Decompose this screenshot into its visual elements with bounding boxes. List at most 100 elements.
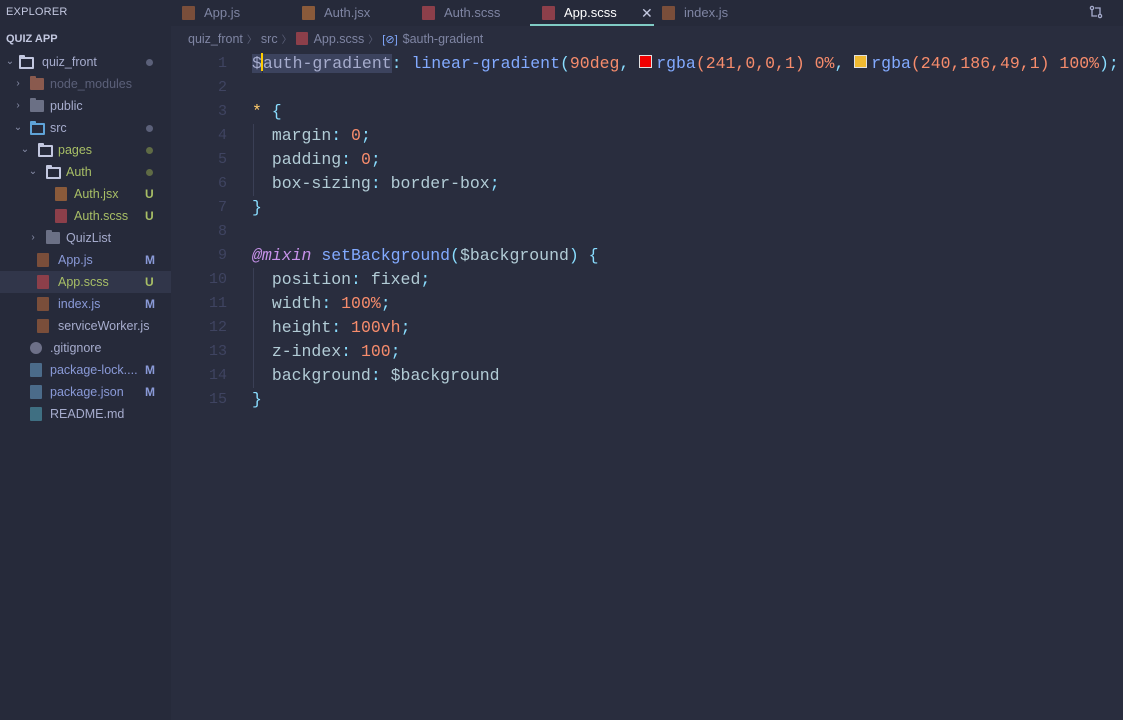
tree-item-label: .gitignore <box>50 341 102 355</box>
code-token: fixed <box>370 270 421 289</box>
tree-item-label: README.md <box>50 407 125 421</box>
code-token: 0% <box>804 54 835 73</box>
breadcrumb-item-symbol[interactable]: $auth-gradient <box>403 32 484 46</box>
tree-item-gitignore[interactable]: .gitignore <box>0 337 171 359</box>
code-token: rgba <box>656 54 696 73</box>
tree-item-node-modules[interactable]: › node_modules <box>0 73 171 95</box>
tab-auth-scss[interactable]: Auth.scss <box>422 0 522 26</box>
chevron-right-icon: 〉 <box>368 35 379 46</box>
tree-item-label: Auth.scss <box>74 209 129 223</box>
code-line-7: } <box>252 196 262 220</box>
source-control-compare-icon[interactable] <box>1089 5 1103 19</box>
breadcrumb-item-file[interactable]: App.scss <box>314 32 365 46</box>
git-status-badge: M <box>145 363 155 377</box>
line-number: 10 <box>208 271 227 288</box>
code-line-1: $auth-gradient: linear-gradient(90deg, r… <box>252 52 1119 76</box>
close-tab-icon[interactable]: ✕ <box>641 0 653 26</box>
explorer-sidebar: EXPLORER QUIZ APP ⌄ quiz_front › node_mo… <box>0 0 171 720</box>
color-swatch[interactable] <box>854 55 868 68</box>
git-status-badge: U <box>145 275 154 289</box>
tree-item-label: src <box>50 121 67 135</box>
line-number: 15 <box>208 391 227 408</box>
tree-item-package-lock[interactable]: package-lock.... M <box>0 359 171 381</box>
chevron-right-icon: 〉 <box>281 35 292 46</box>
tree-item-readme[interactable]: README.md <box>0 403 171 425</box>
tab-index-js[interactable]: index.js <box>662 0 762 26</box>
code-token: ( <box>559 54 570 73</box>
line-number: 2 <box>217 79 227 96</box>
code-token: ; <box>380 294 391 313</box>
status-dot <box>146 169 153 176</box>
breadcrumb-item-project[interactable]: quiz_front <box>188 32 243 46</box>
tree-item-quizlist[interactable]: › QuizList <box>0 227 171 249</box>
code-token: : <box>370 174 391 193</box>
code-token: { <box>578 246 599 265</box>
line-number: 1 <box>217 55 227 72</box>
color-swatch[interactable] <box>639 55 653 68</box>
folder-icon <box>30 98 44 112</box>
folder-open-icon <box>46 165 61 179</box>
code-line-15: } <box>252 388 262 412</box>
chevron-down-icon: ⌄ <box>5 56 15 67</box>
tree-item-serviceworker-js[interactable]: serviceWorker.js <box>0 315 171 337</box>
tree-item-auth-scss[interactable]: Auth.scss U <box>0 205 171 227</box>
tree-item-auth-jsx[interactable]: Auth.jsx U <box>0 183 171 205</box>
tab-app-js[interactable]: App.js <box>182 0 282 26</box>
code-token: 100% <box>341 294 381 313</box>
tree-item-index-js[interactable]: index.js M <box>0 293 171 315</box>
sass-file-icon <box>295 32 308 45</box>
tab-auth-jsx[interactable]: Auth.jsx <box>302 0 402 26</box>
chevron-right-icon: › <box>31 232 35 243</box>
workspace-section-header[interactable]: QUIZ APP <box>6 33 58 45</box>
code-token: ; <box>400 318 411 337</box>
code-line-13: z-index: 100; <box>252 340 401 364</box>
code-token: (241,0,0,1) <box>695 54 805 73</box>
code-token: @mixin <box>252 246 312 265</box>
code-token: ; <box>489 174 500 193</box>
code-token: : <box>341 342 361 361</box>
code-token: 0 <box>351 126 361 145</box>
active-tab-indicator <box>530 24 654 26</box>
tree-item-auth[interactable]: ⌄ Auth <box>0 161 171 183</box>
code-token: rgba <box>871 54 911 73</box>
tree-item-src[interactable]: ⌄ src <box>0 117 171 139</box>
code-token: : <box>331 318 352 337</box>
tree-item-app-scss[interactable]: App.scss U <box>0 271 171 293</box>
tab-label: Auth.jsx <box>324 5 371 20</box>
code-token: 100% <box>1049 54 1100 73</box>
tree-item-label: App.scss <box>58 275 109 289</box>
code-token: : <box>391 54 412 73</box>
chevron-right-icon: 〉 <box>246 35 257 46</box>
tree-item-app-js[interactable]: App.js M <box>0 249 171 271</box>
code-token: ( <box>450 246 460 265</box>
code-line-5: padding: 0; <box>252 148 381 172</box>
code-token: 100 <box>360 342 391 361</box>
markdown-file-icon <box>30 407 42 421</box>
chevron-right-icon: › <box>16 78 20 89</box>
code-line-10: position: fixed; <box>252 268 430 292</box>
code-token: ; <box>370 150 381 169</box>
sass-file-icon <box>422 6 435 20</box>
tree-item-public[interactable]: › public <box>0 95 171 117</box>
tree-item-pages[interactable]: ⌄ pages <box>0 139 171 161</box>
code-line-4: margin: 0; <box>252 124 371 148</box>
sass-file-icon <box>55 209 67 223</box>
code-line-3: * { <box>252 100 282 124</box>
code-token: { <box>261 102 282 121</box>
code-token: width <box>271 294 322 313</box>
tree-item-package-json[interactable]: package.json M <box>0 381 171 403</box>
code-token: , <box>619 54 640 73</box>
tree-item-quiz-front[interactable]: ⌄ quiz_front <box>0 51 171 73</box>
npm-file-icon <box>30 385 42 399</box>
code-token: : <box>351 270 371 289</box>
code-editor[interactable]: 1 2 3 4 5 6 7 8 9 10 11 12 13 14 15 $aut… <box>171 52 1123 720</box>
tab-app-scss[interactable]: App.scss ✕ <box>530 0 654 26</box>
tree-item-label: Auth.jsx <box>74 187 119 201</box>
git-status-badge: M <box>145 297 155 311</box>
code-token: (240,186,49,1) <box>910 54 1050 73</box>
breadcrumb-item-folder[interactable]: src <box>261 32 278 46</box>
folder-open-icon <box>30 121 45 135</box>
code-token: 0 <box>360 150 371 169</box>
code-token: 100vh <box>351 318 401 337</box>
js-file-icon <box>662 6 675 20</box>
